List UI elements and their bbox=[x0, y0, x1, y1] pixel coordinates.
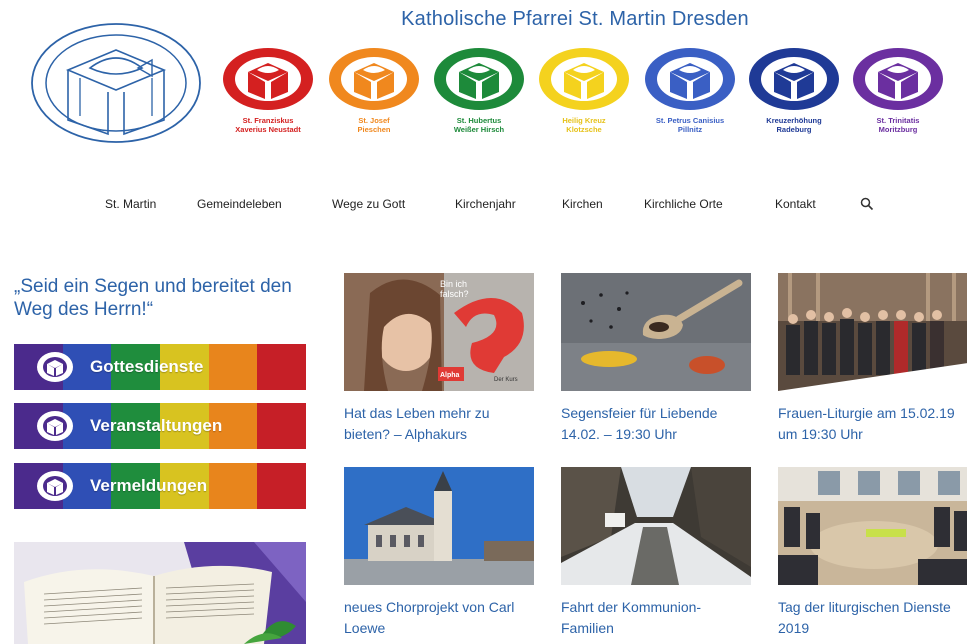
veranstaltungen-button[interactable]: Veranstaltungen bbox=[14, 403, 306, 449]
nav-item-gemeindeleben[interactable]: Gemeindeleben bbox=[197, 197, 282, 211]
circle-meeting-image[interactable] bbox=[778, 467, 967, 585]
post-title[interactable]: Hat das Leben mehr zu bieten? – Alphakur… bbox=[344, 403, 534, 445]
parish-name: St. Petrus Canisius bbox=[655, 116, 725, 125]
alpha-heading-line1: Bin ich bbox=[440, 279, 467, 289]
parish-franziskus-logo bbox=[223, 48, 313, 110]
search-icon[interactable] bbox=[860, 197, 874, 211]
parish-logo-icon bbox=[37, 471, 73, 501]
parish-josef[interactable]: St. Josef Pieschen bbox=[326, 46, 422, 134]
parish-petrus-canisius[interactable]: St. Petrus Canisius Pillnitz bbox=[642, 46, 738, 134]
post-card-alphakurs[interactable]: Bin ich falsch? Alpha Der Kurs Hat das L… bbox=[344, 273, 534, 445]
bible-image[interactable] bbox=[14, 542, 306, 644]
gottesdienste-label: Gottesdienste bbox=[90, 357, 204, 376]
parish-logo-icon bbox=[37, 352, 73, 382]
parish-trinitatis[interactable]: St. Trinitatis Moritzburg bbox=[850, 46, 946, 134]
vermeldungen-button[interactable]: Vermeldungen bbox=[14, 463, 306, 509]
vermeldungen-label: Vermeldungen bbox=[90, 476, 208, 495]
parish-josef-logo bbox=[329, 48, 419, 110]
nav-item-st-martin[interactable]: St. Martin bbox=[105, 197, 156, 211]
gottesdienste-button[interactable]: Gottesdienste bbox=[14, 344, 306, 390]
parish-kreuzerhoehung[interactable]: Kreuzerhöhung Radeburg bbox=[746, 46, 842, 134]
nav-item-kirchen[interactable]: Kirchen bbox=[562, 197, 603, 211]
alpha-tagline: Der Kurs bbox=[494, 377, 518, 383]
post-card-chorprojekt[interactable]: neues Chorprojekt von Carl Loewe bbox=[344, 467, 534, 639]
parish-name: St. Josef bbox=[358, 116, 390, 125]
parish-logo-icon bbox=[37, 411, 73, 441]
parish-franziskus[interactable]: St. Franziskus Xaverius Neustadt bbox=[220, 46, 316, 134]
parish-name: St. Hubertus bbox=[456, 116, 502, 125]
post-title[interactable]: Frauen-Liturgie am 15.02.19 um 19:30 Uhr bbox=[778, 403, 967, 445]
parish-location: Radeburg bbox=[776, 125, 812, 134]
women-group-image[interactable] bbox=[778, 273, 967, 391]
post-title[interactable]: Tag der liturgischen Dienste 2019 bbox=[778, 597, 967, 639]
main-nav: St. Martin Gemeindeleben Wege zu Gott Ki… bbox=[0, 197, 967, 217]
parish-name: St. Trinitatis bbox=[876, 116, 920, 125]
parish-name: St. Franziskus bbox=[242, 116, 294, 125]
spices-spoon-image[interactable] bbox=[561, 273, 751, 391]
nav-item-kirchenjahr[interactable]: Kirchenjahr bbox=[455, 197, 516, 211]
winter-valley-image[interactable] bbox=[561, 467, 751, 585]
nav-item-wege-zu-gott[interactable]: Wege zu Gott bbox=[332, 197, 405, 211]
parish-location: Weißer Hirsch bbox=[453, 125, 505, 134]
veranstaltungen-label: Veranstaltungen bbox=[90, 416, 223, 435]
nav-item-kontakt[interactable]: Kontakt bbox=[775, 197, 816, 211]
sidebar-quote: „Seid ein Segen und bereitet den Weg des… bbox=[14, 276, 292, 320]
parish-petrus-canisius-logo bbox=[645, 48, 735, 110]
post-title[interactable]: Fahrt der Kommunion-Familien bbox=[561, 597, 751, 639]
parish-heilig-kreuz[interactable]: Heilig Kreuz Klotzsche bbox=[536, 46, 632, 134]
parish-hubertus-logo bbox=[434, 48, 524, 110]
post-card-liturgische-dienste[interactable]: Tag der liturgischen Dienste 2019 bbox=[778, 467, 967, 639]
parish-location: Pillnitz bbox=[677, 125, 703, 134]
post-card-frauen-liturgie[interactable]: Frauen-Liturgie am 15.02.19 um 19:30 Uhr bbox=[778, 273, 967, 445]
parish-name: Kreuzerhöhung bbox=[766, 116, 822, 125]
post-card-segensfeier[interactable]: Segensfeier für Liebende 14.02. – 19:30 … bbox=[561, 273, 751, 445]
parish-hubertus[interactable]: St. Hubertus Weißer Hirsch bbox=[431, 46, 527, 134]
parish-location: Pieschen bbox=[357, 125, 391, 134]
post-card-kommunion-familien[interactable]: Fahrt der Kommunion-Familien bbox=[561, 467, 751, 639]
alpha-course-image[interactable]: Bin ich falsch? Alpha Der Kurs bbox=[344, 273, 534, 391]
parish-location: Klotzsche bbox=[566, 125, 602, 134]
parish-location: Moritzburg bbox=[878, 125, 918, 134]
post-title[interactable]: neues Chorprojekt von Carl Loewe bbox=[344, 597, 534, 639]
parish-name: Heilig Kreuz bbox=[562, 116, 606, 125]
alpha-heading-line2: falsch? bbox=[440, 289, 469, 299]
nav-item-kirchliche-orte[interactable]: Kirchliche Orte bbox=[644, 197, 723, 211]
post-title[interactable]: Segensfeier für Liebende 14.02. – 19:30 … bbox=[561, 403, 751, 445]
parish-trinitatis-logo bbox=[853, 48, 943, 110]
parish-location: Xaverius Neustadt bbox=[235, 125, 301, 134]
parish-heilig-kreuz-logo bbox=[539, 48, 629, 110]
church-building-image[interactable] bbox=[344, 467, 534, 585]
parish-kreuzerhoehung-logo bbox=[749, 48, 839, 110]
site-title[interactable]: Katholische Pfarrei St. Martin Dresden bbox=[365, 8, 785, 31]
parish-logo[interactable] bbox=[28, 20, 204, 146]
alpha-badge: Alpha bbox=[440, 372, 460, 379]
